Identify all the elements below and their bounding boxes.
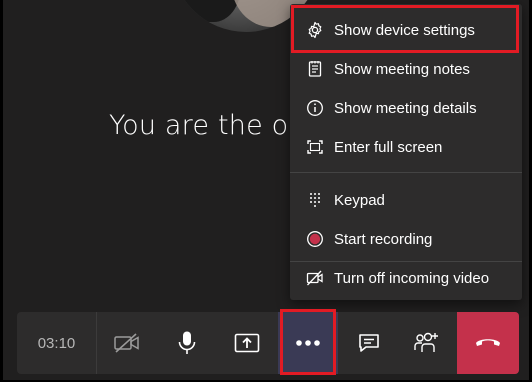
camera-toggle-button[interactable] [97, 312, 157, 374]
info-icon [306, 99, 324, 117]
menu-item-label: Start recording [334, 230, 433, 248]
menu-item-turn-off-video[interactable]: Turn off incoming video [290, 260, 522, 296]
call-control-bar: 03:10 [17, 312, 519, 374]
video-off-icon [306, 269, 324, 287]
more-actions-menu: Show device settings Show meeting notes … [290, 4, 522, 300]
microphone-icon [176, 330, 198, 356]
menu-item-label: Show meeting details [334, 99, 477, 117]
chat-icon [357, 331, 381, 355]
menu-item-label: Turn off incoming video [334, 269, 490, 287]
hangup-icon [474, 334, 502, 353]
notes-icon [306, 60, 324, 78]
share-button[interactable] [217, 312, 277, 374]
status-message: You are the on [109, 110, 306, 141]
participants-icon [413, 330, 441, 356]
chat-button[interactable] [339, 312, 399, 374]
menu-item-label: Keypad [334, 191, 385, 209]
menu-item-full-screen[interactable]: Enter full screen [290, 129, 522, 165]
menu-item-label: Show device settings [334, 21, 475, 39]
share-icon [233, 331, 261, 355]
ellipsis-icon [295, 339, 321, 347]
menu-divider [290, 172, 522, 173]
menu-item-meeting-details[interactable]: Show meeting details [290, 90, 522, 126]
call-timer: 03:10 [17, 312, 97, 374]
record-icon [306, 230, 324, 248]
more-actions-button[interactable] [278, 312, 338, 374]
menu-item-meeting-notes[interactable]: Show meeting notes [290, 51, 522, 87]
gear-icon [306, 21, 324, 39]
microphone-button[interactable] [157, 312, 217, 374]
menu-item-start-recording[interactable]: Start recording [290, 221, 522, 257]
menu-item-device-settings[interactable]: Show device settings [290, 12, 522, 48]
hang-up-button[interactable] [457, 312, 519, 374]
menu-item-label: Show meeting notes [334, 60, 470, 78]
fullscreen-icon [306, 138, 324, 156]
camera-off-icon [113, 332, 141, 354]
menu-item-keypad[interactable]: Keypad [290, 182, 522, 218]
keypad-icon [306, 191, 324, 209]
meeting-stage: You are the on Show device settings Show… [3, 0, 529, 380]
participants-button[interactable] [397, 312, 457, 374]
menu-item-label: Enter full screen [334, 138, 443, 156]
